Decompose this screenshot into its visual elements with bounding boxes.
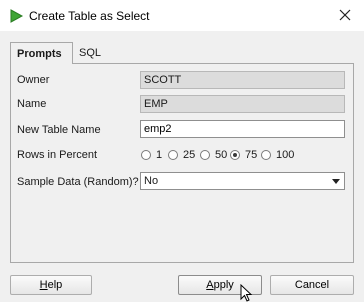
radio-selected-icon [230,150,240,160]
radio-circle-icon [141,150,151,160]
name-field: EMP [140,95,345,113]
cancel-button[interactable]: Cancel [270,275,354,295]
help-label-rest: elp [47,279,63,291]
owner-label: Owner [17,74,50,86]
help-mnemonic: H [39,279,48,291]
radio-1-label: 1 [156,149,163,161]
close-icon[interactable] [338,8,352,22]
new-table-name-label: New Table Name [17,124,101,136]
mouse-pointer-icon [240,284,253,302]
tab-sql-label: SQL [79,47,102,59]
radio-100-label: 100 [276,149,295,161]
radio-circle-icon [200,150,210,160]
owner-field: SCOTT [140,71,345,89]
apply-label-rest: pply [213,279,234,291]
radio-50-label: 50 [215,149,228,161]
window-title: Create Table as Select [29,9,150,23]
help-button[interactable]: Help [10,275,92,295]
new-table-name-input[interactable]: emp2 [140,120,345,138]
tab-prompts-label: Prompts [17,48,62,60]
tab-prompts[interactable]: Prompts [10,42,73,64]
sample-data-select[interactable]: No [140,172,345,190]
name-label: Name [17,98,47,110]
tab-sql[interactable]: SQL [73,42,109,64]
radio-75-label: 75 [245,149,258,161]
prompts-panel [10,63,354,263]
radio-25-label: 25 [183,149,196,161]
rows-in-percent-label: Rows in Percent [17,149,98,161]
radio-circle-icon [168,150,178,160]
sample-data-label: Sample Data (Random)? [17,176,139,188]
radio-circle-icon [261,150,271,160]
title-bar: Create Table as Select [0,0,364,31]
green-play-icon [10,9,24,23]
sample-data-value: No [144,175,159,187]
apply-mnemonic: A [206,279,214,291]
cancel-label: Cancel [294,279,330,291]
chevron-down-icon [332,179,340,184]
